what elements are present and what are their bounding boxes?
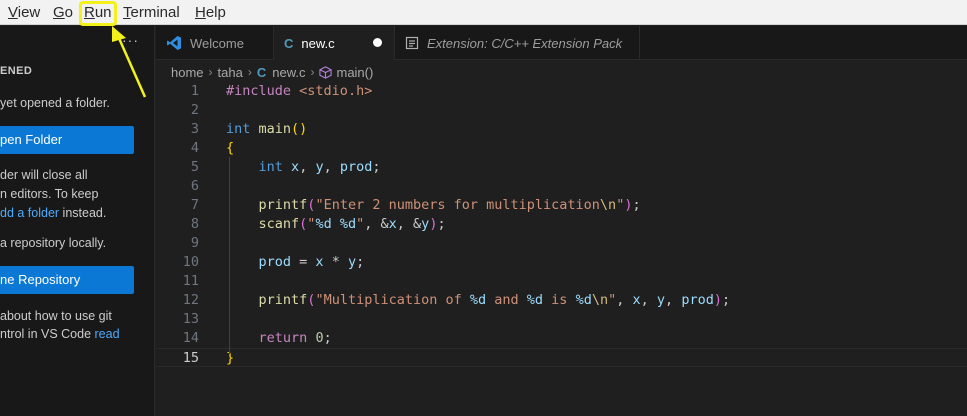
line-number: 8 <box>190 216 199 232</box>
c-file-icon: C <box>256 64 267 80</box>
repo-info-text: a repository locally. <box>0 236 107 250</box>
code-line[interactable]: 2 <box>156 101 967 120</box>
menu-help[interactable]: Help <box>191 0 230 25</box>
line-code: #include <stdio.h> <box>226 83 373 99</box>
code-line-current[interactable]: 15} <box>156 348 967 367</box>
git-info-line-2: ntrol in VS Code read <box>0 327 120 341</box>
line-number: 9 <box>190 235 199 251</box>
line-code: printf("Multiplication of %d and %d is %… <box>258 292 731 308</box>
close-info-line-3-rest: instead. <box>59 206 107 220</box>
open-folder-label: pen Folder <box>0 132 63 147</box>
menu-go-mnemonic: G <box>53 3 65 21</box>
breadcrumb-home[interactable]: home <box>171 65 204 80</box>
line-number: 5 <box>190 159 199 175</box>
line-number: 4 <box>190 140 199 156</box>
line-code: } <box>226 350 235 366</box>
menu-terminal[interactable]: Terminal <box>119 0 184 25</box>
line-number: 10 <box>182 254 199 270</box>
line-code: int x, y, prod; <box>258 159 381 175</box>
symbol-method-icon <box>319 65 333 79</box>
clone-repository-button[interactable]: ne Repository <box>0 266 134 294</box>
add-folder-link[interactable]: dd a folder <box>0 206 59 220</box>
breadcrumb-file[interactable]: new.c <box>272 65 305 80</box>
breadcrumb-symbol[interactable]: main() <box>336 65 373 80</box>
breadcrumb-taha[interactable]: taha <box>218 65 243 80</box>
menu-view-label: iew <box>17 3 41 21</box>
menu-help-label: elp <box>205 3 226 21</box>
close-info-line-3: dd a folder instead. <box>0 206 106 220</box>
menu-go[interactable]: Go <box>49 0 77 25</box>
chevron-right-icon: › <box>208 65 213 79</box>
line-code: scanf("%d %d", &x, &y); <box>258 216 446 232</box>
menu-view[interactable]: View <box>4 0 44 25</box>
line-number: 15 <box>182 350 199 366</box>
close-info-line-1: der will close all <box>0 168 88 182</box>
line-code: return 0; <box>258 330 332 346</box>
code-line[interactable]: 5 int x, y, prod; <box>156 158 967 177</box>
menu-help-mnemonic: H <box>195 3 206 21</box>
menu-view-mnemonic: V <box>8 3 18 21</box>
code-line[interactable]: 14 return 0; <box>156 329 967 348</box>
line-number: 7 <box>190 197 199 213</box>
code-line[interactable]: 11 <box>156 272 967 291</box>
tab-new-c-label: new.c <box>301 35 335 51</box>
line-number: 2 <box>190 102 199 118</box>
close-info-line-2: n editors. To keep <box>0 187 99 201</box>
tab-extension-preview[interactable]: Extension: C/C++ Extension Pack <box>395 26 640 60</box>
indent-guide <box>229 157 230 354</box>
tab-new-c[interactable]: C new.c <box>274 26 395 60</box>
code-editor[interactable]: 1 #include <stdio.h> 2 3 int main() 4{ 5 i… <box>156 82 967 416</box>
read-docs-link[interactable]: read <box>95 327 120 341</box>
line-code: printf("Enter 2 numbers for multiplicati… <box>258 197 641 213</box>
line-number: 14 <box>182 330 199 346</box>
c-file-icon: C <box>284 35 294 51</box>
line-number: 6 <box>190 178 199 194</box>
unsaved-dot-icon[interactable] <box>373 38 382 47</box>
more-actions-icon[interactable]: ··· <box>122 32 139 48</box>
git-info-line-1: about how to use git <box>0 309 112 323</box>
code-line[interactable]: 12 printf("Multiplication of %d and %d i… <box>156 291 967 310</box>
line-code: prod = x * y; <box>258 254 365 270</box>
code-line[interactable]: 7 printf("Enter 2 numbers for multiplica… <box>156 196 967 215</box>
section-title[interactable]: ENED <box>0 65 32 77</box>
code-line[interactable]: 9 <box>156 234 967 253</box>
code-line[interactable]: 8 scanf("%d %d", &x, &y); <box>156 215 967 234</box>
code-line[interactable]: 3 int main() <box>156 120 967 139</box>
line-number: 12 <box>182 292 199 308</box>
code-line[interactable]: 6 <box>156 177 967 196</box>
code-line[interactable]: 1 #include <stdio.h> <box>156 82 967 101</box>
vscode-icon <box>166 35 182 51</box>
menu-bar: View Go Run Terminal Help <box>0 0 967 26</box>
git-info-line-2-text: ntrol in VS Code <box>0 327 95 341</box>
chevron-right-icon: › <box>310 65 315 79</box>
menu-terminal-mnemonic: T <box>123 3 131 21</box>
breadcrumb: home › taha › C new.c › main() <box>171 62 373 82</box>
extension-preview-icon <box>405 36 419 50</box>
clone-repository-label: ne Repository <box>0 272 81 287</box>
code-line[interactable]: 10 prod = x * y; <box>156 253 967 272</box>
line-number: 1 <box>190 83 199 99</box>
run-highlight-box <box>79 1 117 26</box>
line-number: 11 <box>182 273 199 289</box>
line-number: 3 <box>190 121 199 137</box>
line-code: int main() <box>226 121 308 137</box>
explorer-sidebar: ··· ENED yet opened a folder. pen Folder… <box>0 26 155 416</box>
tab-welcome[interactable]: Welcome <box>156 26 274 60</box>
code-line[interactable]: 4{ <box>156 139 967 158</box>
chevron-right-icon: › <box>247 65 252 79</box>
code-line[interactable]: 13 <box>156 310 967 329</box>
editor-tabs: Welcome C new.c Extension: C/C++ Extensi… <box>156 26 967 60</box>
line-code: { <box>226 140 235 156</box>
tab-welcome-label: Welcome <box>190 35 244 51</box>
no-folder-text: yet opened a folder. <box>0 96 110 110</box>
menu-terminal-label: erminal <box>130 3 180 21</box>
menu-go-label: o <box>64 3 74 21</box>
open-folder-button[interactable]: pen Folder <box>0 126 134 154</box>
tab-extension-label: Extension: C/C++ Extension Pack <box>427 35 623 51</box>
line-number: 13 <box>182 311 199 327</box>
